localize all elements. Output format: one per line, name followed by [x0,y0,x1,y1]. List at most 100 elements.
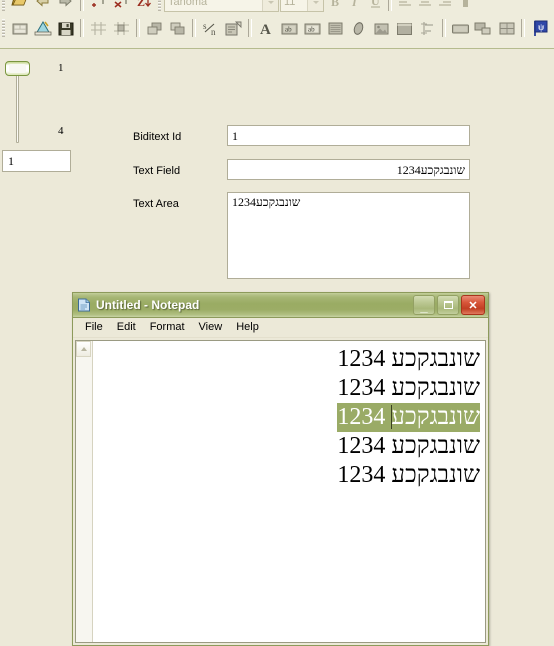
list-icon[interactable] [324,17,347,39]
slider-track[interactable] [16,73,19,143]
save-icon[interactable] [54,17,77,39]
toolbar-separator-m6 [521,19,525,37]
notepad-titlebar[interactable]: Untitled - Notepad _ ✕ [73,293,488,318]
svg-text:I: I [351,0,358,9]
toolbar-row-top: Z Tahoma 11 B I U [0,0,554,14]
menu-file[interactable]: File [78,320,110,335]
fraction-icon[interactable]: s n [199,17,222,39]
text-field-input[interactable]: שונבגקכע1234 [227,159,470,180]
toolbar-grip-2[interactable] [158,0,161,11]
text-line-wrap: שונבגקכע 1234 [93,374,480,403]
align-right-icon[interactable] [435,0,455,13]
combo-icon[interactable] [472,17,495,39]
text-line[interactable]: שונבגקכע 1234 [337,462,480,488]
menu-help[interactable]: Help [229,320,266,335]
bring-to-front-icon[interactable] [143,17,166,39]
bold-icon[interactable]: B [325,0,345,13]
table-icon[interactable] [495,17,518,39]
text-line-wrap: שונבגקכע 1234 [93,432,480,461]
text-line[interactable]: שונבגקכע 1234 [337,346,480,372]
vertical-slider[interactable] [5,61,30,143]
svg-text:s: s [203,21,207,31]
svg-text:ab: ab [285,25,292,33]
font-name-combo[interactable]: Tahoma [164,0,279,12]
toolbar-separator-m1 [80,19,84,37]
toolbar-row-main: s n A ab ab ψ [0,14,554,42]
toolbar-separator-m5 [442,19,446,37]
redo-arrow-icon[interactable] [54,0,77,13]
notepad-title-text: Untitled - Notepad [96,298,200,312]
text-area-input[interactable]: שונבגקכע1234 [227,192,470,279]
notepad-window[interactable]: Untitled - Notepad _ ✕ File Edit Format … [72,292,489,646]
design-view-icon[interactable] [31,17,54,39]
image-icon[interactable] [370,17,393,39]
underline-icon[interactable]: U [365,0,385,13]
text-line-wrap: שונבגקכע 1234 [93,345,480,374]
toolbar-grip[interactable] [2,0,5,11]
align-icon[interactable] [416,17,439,39]
open-folder-icon[interactable] [8,0,31,13]
label-text-field: Text Field [133,165,181,177]
svg-text:ab: ab [308,25,315,33]
italic-icon[interactable]: I [345,0,365,13]
slider-tick-bottom: 4 [58,125,64,137]
undo-arrow-icon[interactable] [31,0,54,13]
textbox-ab-icon[interactable]: ab [301,17,324,39]
svg-text:A: A [260,22,271,37]
scroll-up-arrow-icon[interactable] [76,341,91,357]
menu-format[interactable]: Format [143,320,192,335]
text-line-selected[interactable]: שונבגקכע 1234 [337,403,480,432]
label-ab-icon[interactable]: ab [278,17,301,39]
slider-thumb[interactable] [5,61,30,76]
application-toolbars: Z Tahoma 11 B I U s n A ab ab ψ [0,0,554,45]
toolbar-separator [80,0,84,11]
text-line[interactable]: שונבגקכע 1234 [337,433,480,459]
insert-column-icon[interactable] [87,0,110,13]
menu-edit[interactable]: Edit [110,320,143,335]
slider-tick-top: 1 [58,62,64,74]
toolbar-grip-main[interactable] [2,19,5,37]
close-button[interactable]: ✕ [461,295,485,315]
chevron-down-icon-size[interactable] [307,0,323,11]
font-name-value: Tahoma [168,0,208,8]
remove-column-icon[interactable] [110,0,133,13]
properties-icon[interactable] [8,17,31,39]
grid-icon[interactable] [87,17,110,39]
font-size-value: 11 [284,0,296,8]
notepad-text-editor[interactable]: שונבגקכע 1234 שונבגקכע 1234 שונבגקכע 123… [93,341,485,642]
chevron-down-icon[interactable] [262,0,278,11]
notepad-vertical-scrollbar[interactable] [76,341,93,642]
svg-text:n: n [211,27,216,37]
toolbar-separator-2 [388,0,392,11]
slider-value-input[interactable]: 1 [2,150,71,172]
text-line[interactable]: שונבגקכע 1234 [337,375,480,401]
send-to-back-icon[interactable] [166,17,189,39]
restore-button[interactable] [437,295,459,315]
biditext-id-input[interactable]: 1 [227,125,470,146]
notepad-document-icon [76,297,92,313]
svg-text:Z: Z [137,0,145,9]
slider-thumb-inner [9,64,26,73]
text-line-wrap: שונבגקכע 1234 [93,403,480,432]
toolbar-separator-m3 [192,19,196,37]
toolbar-separator-m2 [136,19,140,37]
minimize-icon: _ [420,299,428,314]
font-icon[interactable]: A [255,17,278,39]
edit-mask-icon[interactable] [222,17,245,39]
sort-icon[interactable]: Z [133,0,156,13]
align-left-icon[interactable] [395,0,415,13]
justify-icon[interactable] [455,0,475,13]
align-center-icon[interactable] [415,0,435,13]
snap-to-grid-icon[interactable] [110,17,133,39]
font-size-combo[interactable]: 11 [280,0,324,12]
label-biditext-id: Biditext Id [133,131,182,143]
svg-text:B: B [331,0,339,9]
ellipse-icon[interactable] [347,17,370,39]
notepad-menubar: File Edit Format View Help [73,318,488,338]
panel-icon[interactable] [393,17,416,39]
menu-view[interactable]: View [192,320,230,335]
flag-icon[interactable]: ψ [528,17,551,39]
button-icon[interactable] [449,17,472,39]
minimize-button[interactable]: _ [413,295,435,315]
restore-icon [438,296,458,314]
